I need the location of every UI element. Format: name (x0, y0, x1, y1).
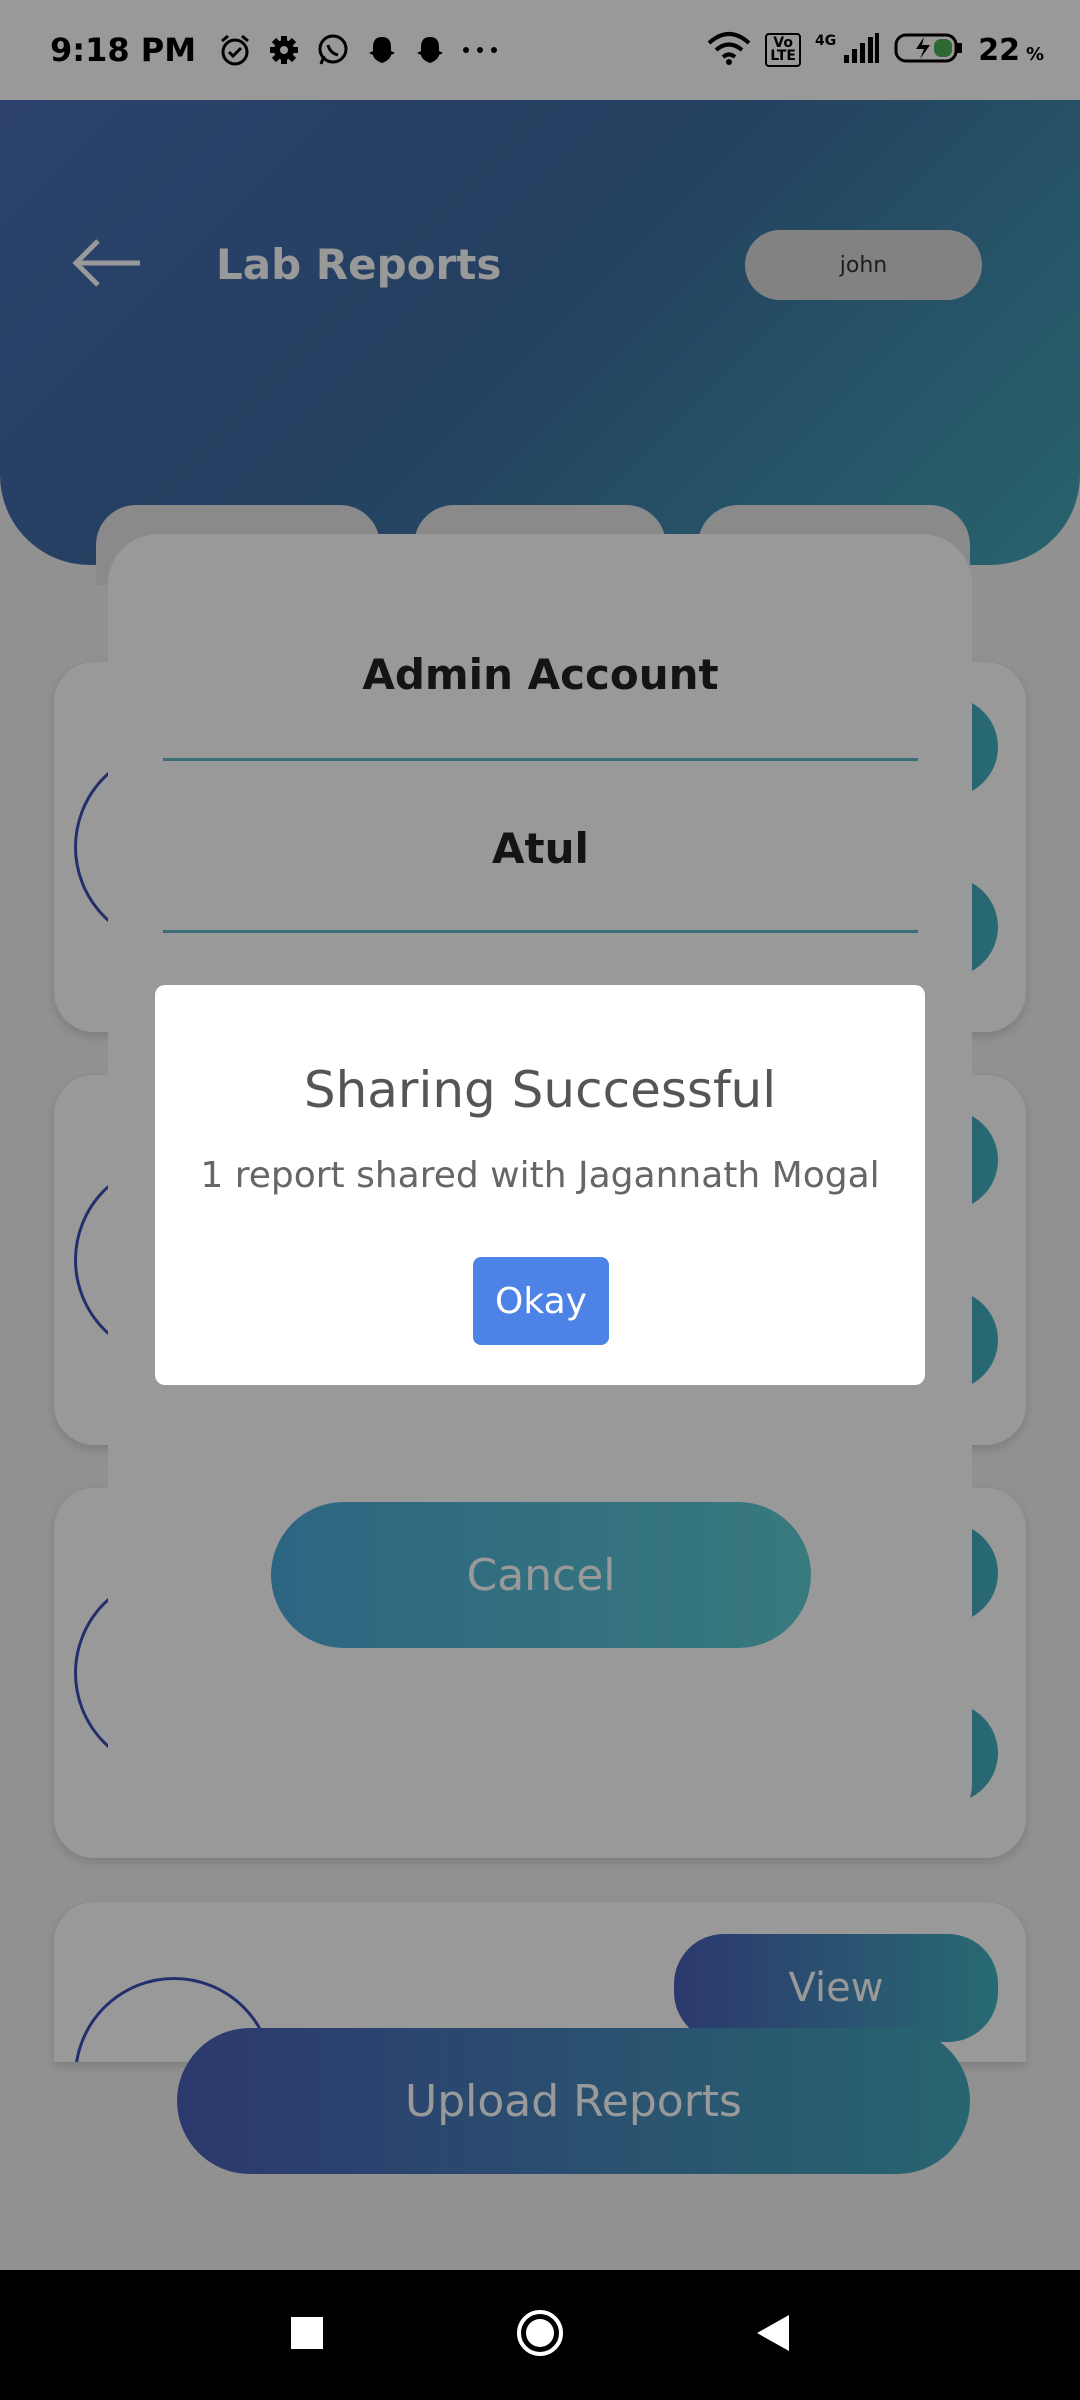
dialog-message: 1 report shared with Jagannath Mogal (200, 1155, 880, 1196)
recents-icon[interactable] (289, 2315, 325, 2355)
navigation-bar (0, 2270, 1080, 2400)
dialog-title: Sharing Successful (303, 1061, 777, 1119)
account-option-atul[interactable]: Atul (163, 824, 918, 873)
divider (163, 930, 918, 933)
okay-button[interactable]: Okay (473, 1257, 609, 1345)
screen: 9:18 PM Vo LTE 4G 22 % Lab Reports john … (0, 0, 1080, 2400)
account-option-admin[interactable]: Admin Account (163, 650, 918, 699)
divider (163, 758, 918, 761)
back-icon[interactable] (755, 2313, 791, 2357)
home-icon[interactable] (515, 2308, 565, 2362)
sharing-success-dialog: Sharing Successful 1 report shared with … (155, 985, 925, 1385)
cancel-button[interactable]: Cancel (271, 1502, 811, 1648)
